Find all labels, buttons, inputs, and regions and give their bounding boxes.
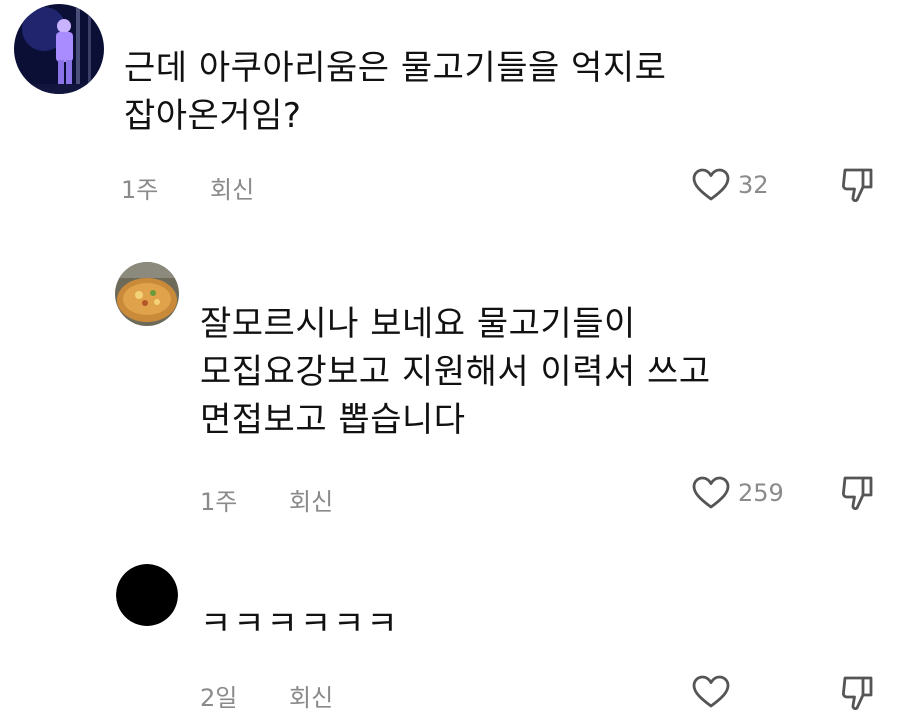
comment-meta: 2일 회신: [200, 678, 333, 713]
dislike-button[interactable]: [840, 474, 876, 512]
thumbs-down-icon: [842, 676, 873, 710]
comment-text: 근데 아쿠아리움은 물고기들을 억지로 잡아온거임?: [124, 48, 667, 136]
reply-button[interactable]: 회신: [210, 170, 254, 205]
timestamp: 2일: [200, 684, 238, 712]
comment-text: ㅋㅋㅋㅋㅋㅋ: [200, 604, 400, 644]
thumbs-down-icon: [842, 168, 873, 202]
avatar[interactable]: [14, 4, 104, 94]
avatar[interactable]: [115, 262, 179, 326]
timestamp: 1주: [121, 176, 159, 204]
like-count: 259: [738, 479, 784, 507]
thumbs-down-icon: [842, 476, 873, 510]
reply-button[interactable]: 회신: [289, 678, 333, 713]
comment-text: 잘모르시나 보네요 물고기들이 모집요강보고 지원해서 이력서 쓰고 면접보고 …: [200, 304, 711, 440]
heart-icon: [692, 476, 730, 510]
like-count: 32: [738, 171, 769, 199]
comment-1: 근데 아쿠아리움은 물고기들을 억지로 잡아온거임? 1주 회신 32: [0, 0, 900, 220]
comment-3: ㅋㅋㅋㅋㅋㅋ 2일 회신: [0, 550, 900, 717]
heart-icon: [692, 675, 730, 709]
like-button[interactable]: 32: [692, 168, 769, 202]
dislike-button[interactable]: [840, 674, 876, 712]
dislike-button[interactable]: [840, 166, 876, 204]
reply-button[interactable]: 회신: [289, 482, 333, 517]
heart-icon: [692, 168, 730, 202]
avatar[interactable]: [116, 564, 178, 626]
comment-meta: 1주 회신: [121, 170, 254, 205]
like-button[interactable]: 259: [692, 476, 784, 510]
comment-2: 잘모르시나 보네요 물고기들이 모집요강보고 지원해서 이력서 쓰고 면접보고 …: [0, 240, 900, 540]
timestamp: 1주: [200, 488, 238, 516]
like-button[interactable]: [692, 675, 738, 709]
comment-meta: 1주 회신: [200, 482, 333, 517]
